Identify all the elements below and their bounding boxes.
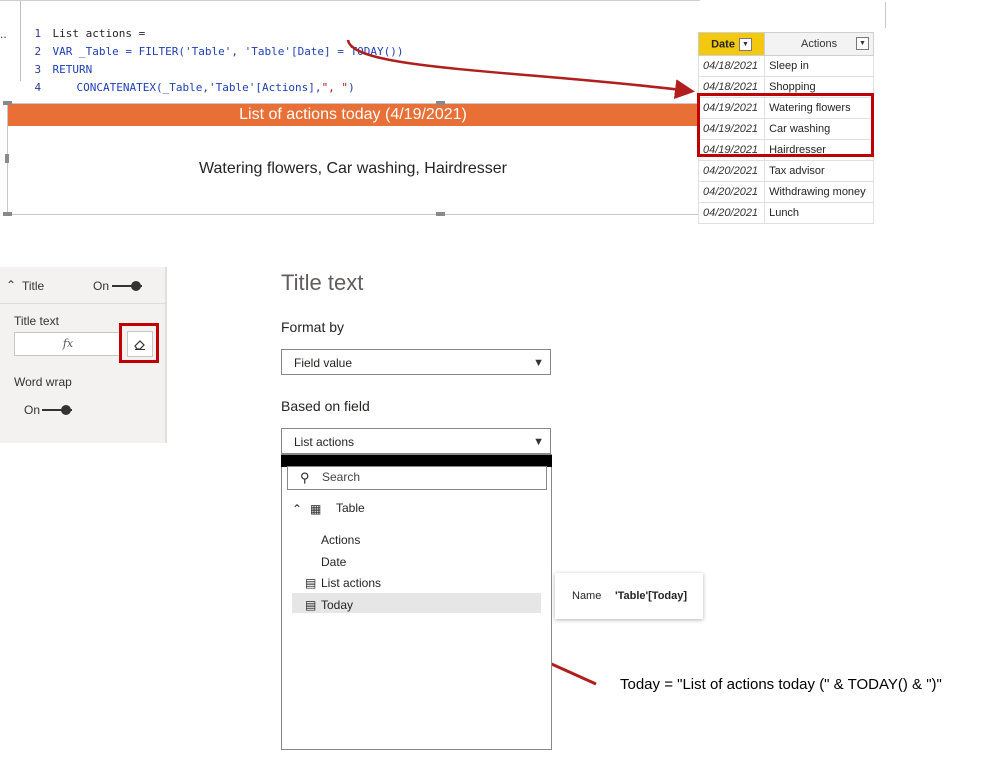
search-icon: ⚲ bbox=[300, 470, 310, 485]
tooltip-name-value: 'Table'[Today] bbox=[615, 590, 688, 602]
chevron-down-icon: ▼ bbox=[533, 436, 544, 448]
based-on-field-label: Based on field bbox=[281, 398, 370, 414]
calculator-icon: ▤ bbox=[305, 576, 317, 590]
format-by-label: Format by bbox=[281, 319, 345, 335]
word-wrap-label: Word wrap bbox=[14, 375, 72, 389]
table-icon: ▦ bbox=[310, 502, 322, 516]
field-tooltip: Name 'Table'[Today] bbox=[555, 573, 703, 619]
chevron-up-icon[interactable]: ⌃ bbox=[292, 502, 302, 516]
formula-annotation: Today = "List of actions today (" & TODA… bbox=[620, 676, 942, 693]
tree-measure-today[interactable]: Today bbox=[321, 598, 353, 612]
calculator-icon: ▤ bbox=[305, 598, 317, 612]
chevron-up-icon[interactable]: ⌃ bbox=[6, 278, 16, 292]
search-input[interactable]: ⚲ Search bbox=[287, 466, 547, 490]
tree-measure-list-actions[interactable]: List actions bbox=[321, 576, 381, 590]
tree-field-actions[interactable]: Actions bbox=[321, 533, 360, 547]
section-title: Title bbox=[22, 279, 45, 293]
based-on-field-select[interactable]: List actions ▼ bbox=[281, 428, 551, 454]
select-value: Field value bbox=[294, 356, 353, 370]
title-text-label: Title text bbox=[14, 314, 59, 328]
search-placeholder: Search bbox=[322, 470, 361, 484]
highlight-box bbox=[119, 323, 159, 363]
tree-table-name[interactable]: Table bbox=[336, 501, 365, 515]
title-text-input[interactable]: fx bbox=[14, 332, 122, 356]
chevron-down-icon: ▼ bbox=[533, 357, 544, 369]
arrow-to-table bbox=[346, 39, 695, 100]
toggle-label: On bbox=[93, 279, 110, 293]
dialog-heading: Title text bbox=[281, 270, 364, 295]
toggle-label: On bbox=[24, 403, 41, 417]
toggle-knob[interactable] bbox=[131, 281, 141, 291]
format-by-select[interactable]: Field value ▼ bbox=[281, 349, 551, 375]
toggle-knob[interactable] bbox=[61, 405, 71, 415]
select-value: List actions bbox=[294, 435, 355, 449]
tooltip-name-label: Name bbox=[572, 590, 602, 602]
tree-field-date[interactable]: Date bbox=[321, 555, 346, 569]
title-section-header[interactable]: ⌃ Title On bbox=[0, 267, 165, 304]
